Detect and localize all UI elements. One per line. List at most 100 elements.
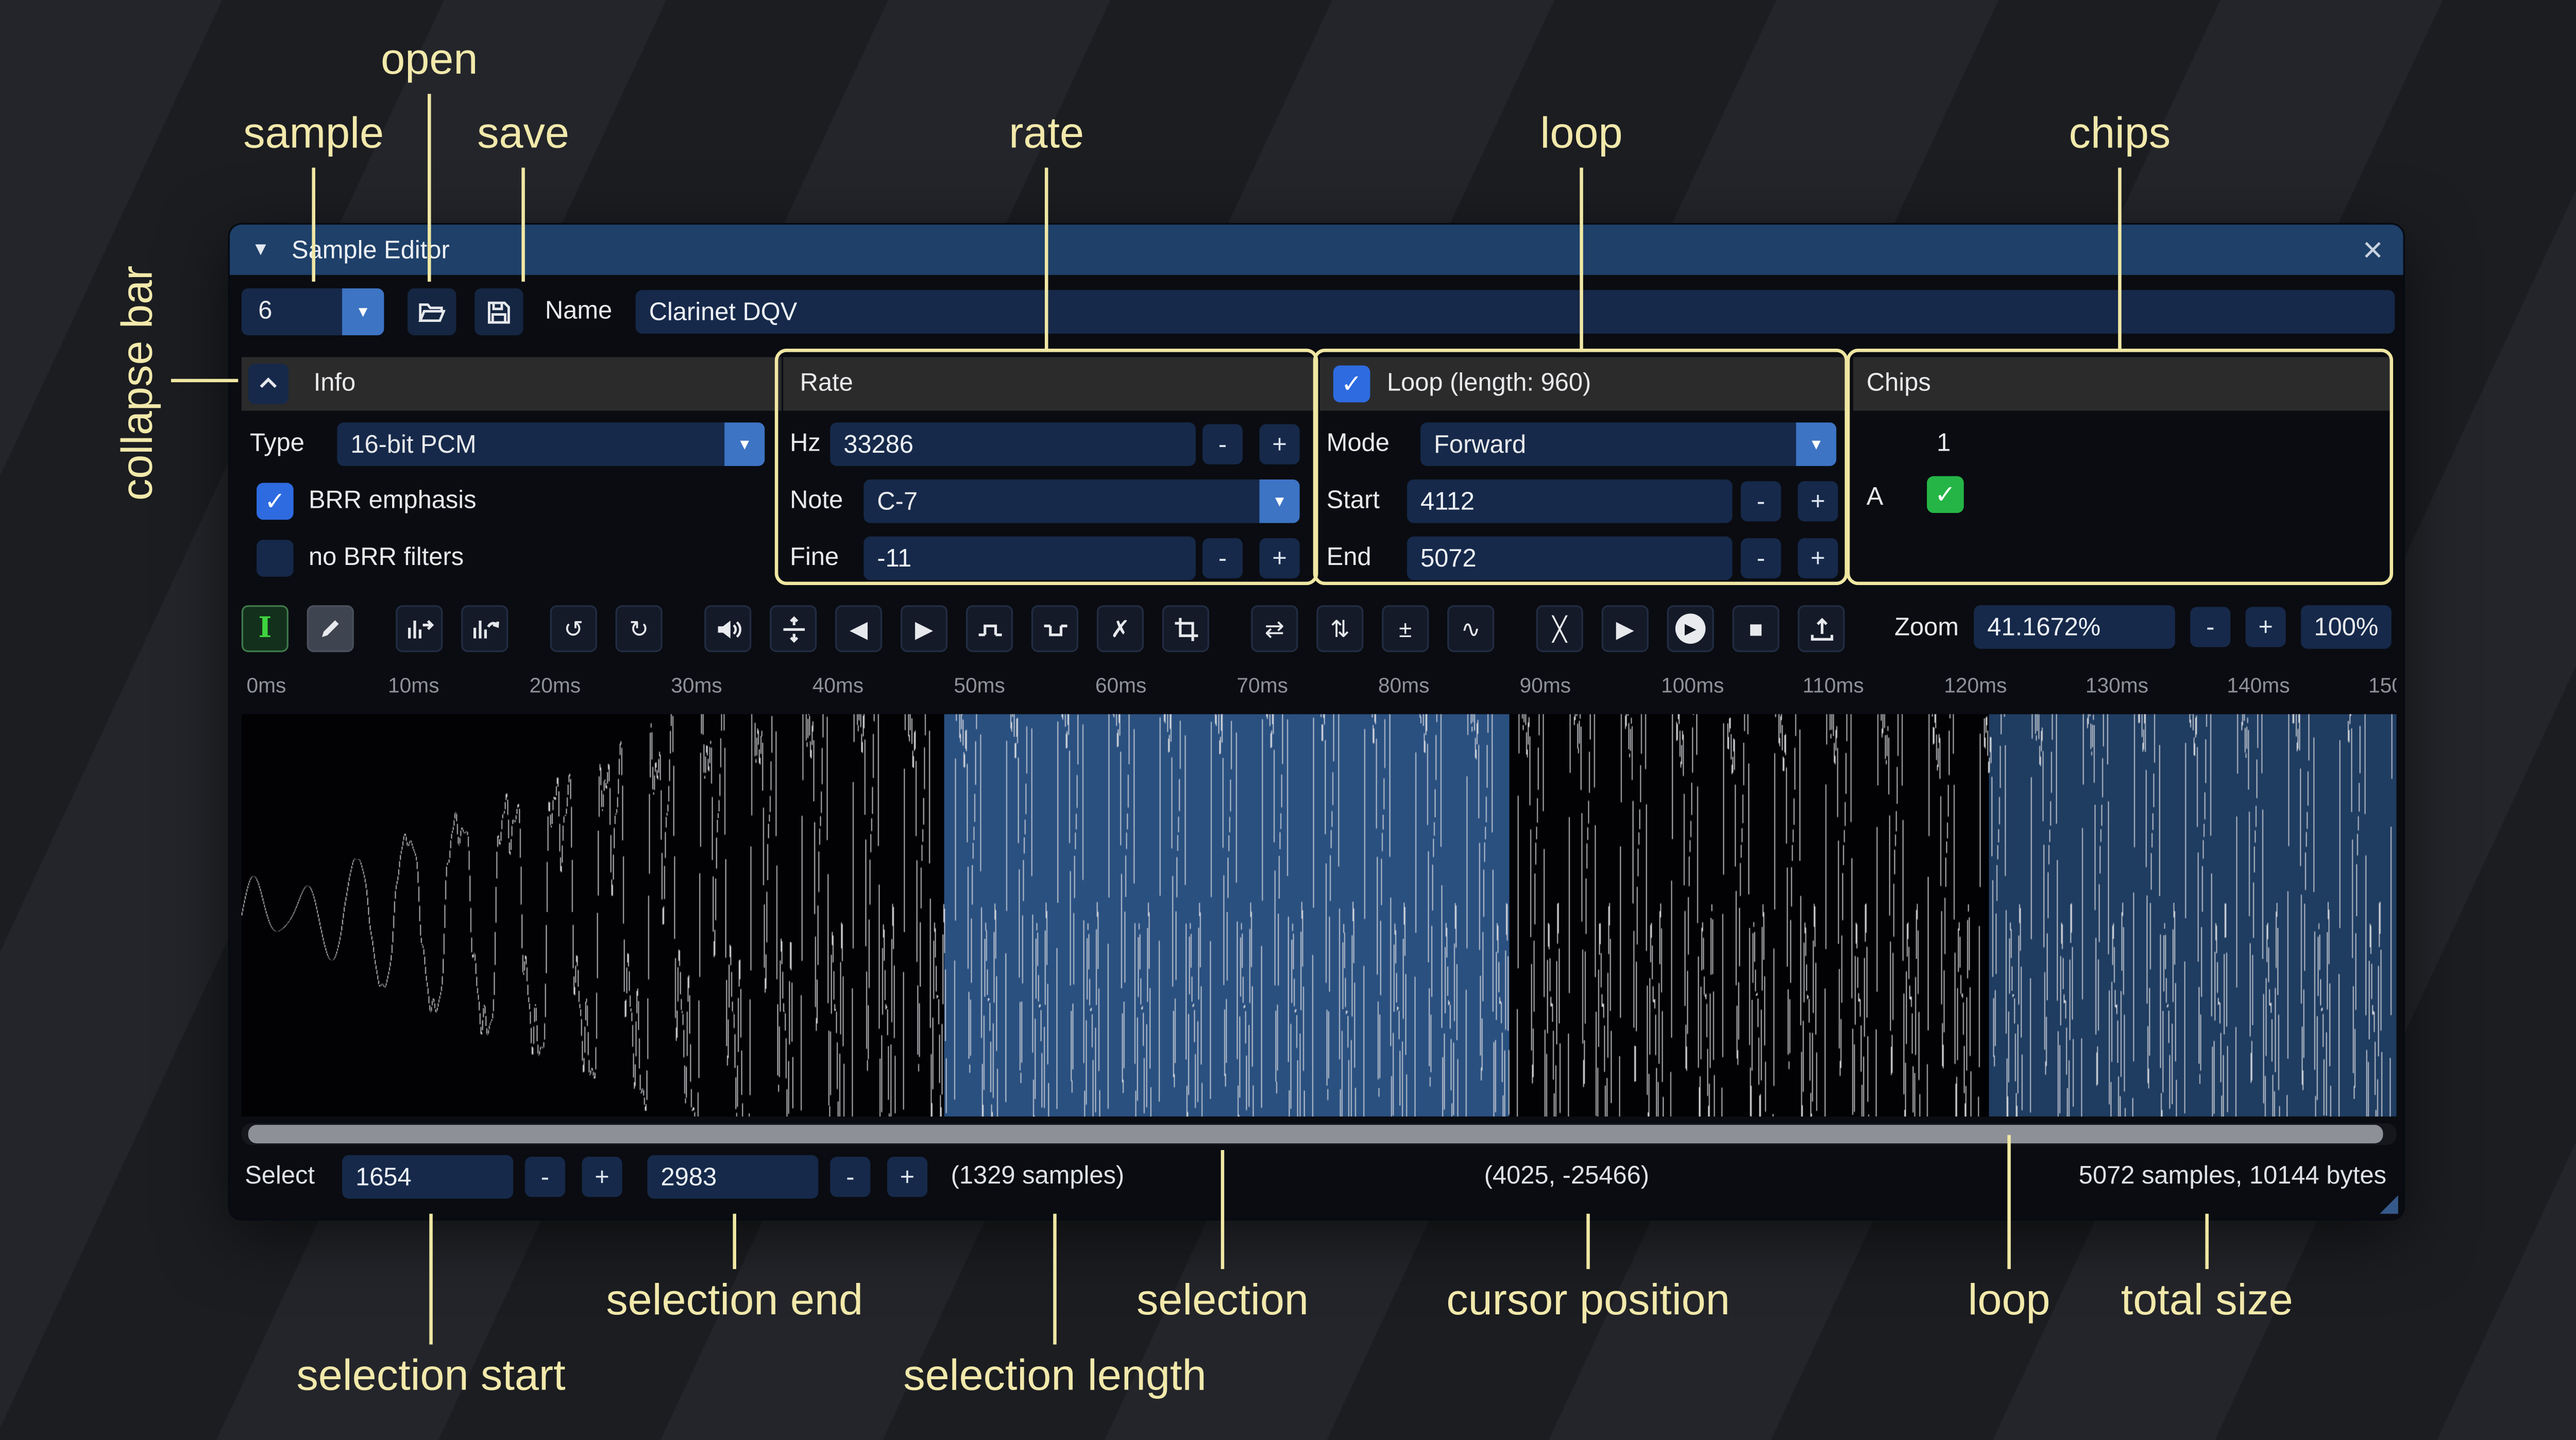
info-title: Info <box>314 357 355 410</box>
ruler-label: 70ms <box>1236 674 1288 698</box>
note-value: C-7 <box>863 487 1259 516</box>
import-button[interactable] <box>1798 605 1844 652</box>
selection-start-plus-button[interactable]: + <box>582 1157 622 1197</box>
redo-button[interactable]: ↻ <box>616 605 663 652</box>
brr-emphasis-label: BRR emphasis <box>309 478 477 525</box>
reverse-button[interactable]: ⇄ <box>1251 605 1298 652</box>
check-icon: ✓ <box>264 489 285 514</box>
hz-plus-button[interactable]: + <box>1260 424 1300 465</box>
brr-emphasis-checkbox[interactable]: ✓ <box>257 483 294 520</box>
chips-section: Chips 1 A ✓ <box>1853 357 2390 583</box>
ruler-label: 140ms <box>2227 674 2290 698</box>
loop-enable-checkbox[interactable]: ✓ <box>1333 366 1370 403</box>
crossfade-button[interactable]: ╳ <box>1536 605 1583 652</box>
chevron-down-icon: ▼ <box>1796 422 1836 466</box>
ruler-label: 120ms <box>1944 674 2007 698</box>
ruler-label: 60ms <box>1095 674 1147 698</box>
normalize-button[interactable] <box>770 605 817 652</box>
titlebar[interactable]: ▼ Sample Editor × <box>230 225 2403 275</box>
delete-button[interactable]: ✗ <box>1097 605 1144 652</box>
hz-minus-button[interactable]: - <box>1202 424 1243 465</box>
select-label: Select <box>245 1152 315 1202</box>
sign-button[interactable]: ± <box>1382 605 1429 652</box>
fine-minus-button[interactable]: - <box>1202 538 1243 578</box>
loop-header: ✓ Loop (length: 960) <box>1320 357 1846 410</box>
ruler-label: 150ms <box>2368 674 2397 698</box>
name-label: Name <box>545 288 612 335</box>
annotation-line <box>2205 1214 2209 1269</box>
apply-silence-button[interactable] <box>1031 605 1078 652</box>
stop-icon: ■ <box>1749 617 1763 641</box>
draw-button[interactable] <box>307 605 354 652</box>
timeline-ruler: 0ms10ms20ms30ms40ms50ms60ms70ms80ms90ms1… <box>242 665 2397 709</box>
ruler-label: 40ms <box>812 674 864 698</box>
sign-icon: ± <box>1399 617 1412 641</box>
fade-in-icon: ◀ <box>850 617 868 641</box>
loop-end-minus-button[interactable]: - <box>1741 538 1781 578</box>
edit-select-button[interactable]: I <box>242 605 289 652</box>
zoom-plus-button[interactable]: + <box>2246 607 2286 647</box>
fine-plus-button[interactable]: + <box>1260 538 1300 578</box>
stop-button[interactable]: ■ <box>1733 605 1780 652</box>
resample-button[interactable] <box>461 605 508 652</box>
insert-silence-button[interactable] <box>966 605 1013 652</box>
collapse-bar-button[interactable] <box>248 364 289 404</box>
close-button[interactable]: × <box>2363 232 2383 267</box>
zoom-label: Zoom <box>1894 613 1959 641</box>
preview-button[interactable]: ▶ <box>1602 605 1649 652</box>
save-button[interactable] <box>474 288 523 335</box>
open-button[interactable] <box>408 288 456 335</box>
selection-end-minus-button[interactable]: - <box>830 1157 870 1197</box>
window-collapse-icon[interactable]: ▼ <box>251 239 269 260</box>
type-dropdown[interactable]: 16-bit PCM ▼ <box>337 422 765 466</box>
waveform-scrollbar[interactable] <box>242 1123 2397 1145</box>
loop-mode-dropdown[interactable]: Forward ▼ <box>1420 422 1836 466</box>
hz-input[interactable] <box>830 422 1196 466</box>
trim-icon <box>1172 614 1200 643</box>
resample-icon <box>470 614 499 643</box>
loop-start-minus-button[interactable]: - <box>1741 481 1781 521</box>
fade-out-button[interactable]: ▶ <box>901 605 947 652</box>
resize-button[interactable] <box>396 605 443 652</box>
check-icon: ✓ <box>1935 482 1956 507</box>
scrollbar-handle[interactable] <box>248 1125 2383 1143</box>
undo-button[interactable]: ↺ <box>550 605 597 652</box>
amplify-icon <box>714 614 742 643</box>
sample-selector[interactable]: 6 ▼ <box>242 288 384 335</box>
loop-end-plus-button[interactable]: + <box>1798 538 1838 578</box>
loop-start-plus-button[interactable]: + <box>1798 481 1838 521</box>
rate-title: Rate <box>800 357 853 410</box>
waveform-canvas[interactable] <box>242 714 2397 1117</box>
annotation-total-size: total size <box>2121 1274 2293 1326</box>
resize-icon <box>405 614 433 643</box>
import-icon <box>1807 614 1835 643</box>
invert-icon: ⇅ <box>1330 617 1350 641</box>
window-title: Sample Editor <box>292 235 450 264</box>
chevron-down-icon: ▼ <box>724 422 765 466</box>
chip-enable-checkbox[interactable]: ✓ <box>1927 476 1964 513</box>
play-button[interactable]: ▶ <box>1667 605 1714 652</box>
selection-end-input[interactable] <box>647 1155 818 1199</box>
loop-end-input[interactable] <box>1407 537 1732 580</box>
resize-grip[interactable] <box>2380 1195 2398 1214</box>
type-value: 16-bit PCM <box>337 430 724 458</box>
loop-start-input[interactable] <box>1407 479 1732 523</box>
invert-button[interactable]: ⇅ <box>1316 605 1363 652</box>
selection-start-input[interactable] <box>342 1155 513 1199</box>
fine-label: Fine <box>790 535 839 581</box>
fine-input[interactable] <box>863 537 1196 580</box>
fade-in-button[interactable]: ◀ <box>835 605 882 652</box>
ruler-label: 20ms <box>530 674 581 698</box>
filter-button[interactable]: ∿ <box>1447 605 1494 652</box>
no-brr-filters-checkbox[interactable] <box>257 540 294 577</box>
chevron-down-icon: ▼ <box>1260 479 1300 523</box>
zoom-input[interactable] <box>1974 605 2175 649</box>
note-dropdown[interactable]: C-7 ▼ <box>863 479 1299 523</box>
amplify-button[interactable] <box>704 605 751 652</box>
zoom-minus-button[interactable]: - <box>2190 607 2230 647</box>
selection-end-plus-button[interactable]: + <box>887 1157 927 1197</box>
selection-start-minus-button[interactable]: - <box>525 1157 565 1197</box>
trim-button[interactable] <box>1162 605 1209 652</box>
zoom-reset-button[interactable]: 100% <box>2301 605 2392 649</box>
name-input[interactable] <box>636 290 2395 334</box>
